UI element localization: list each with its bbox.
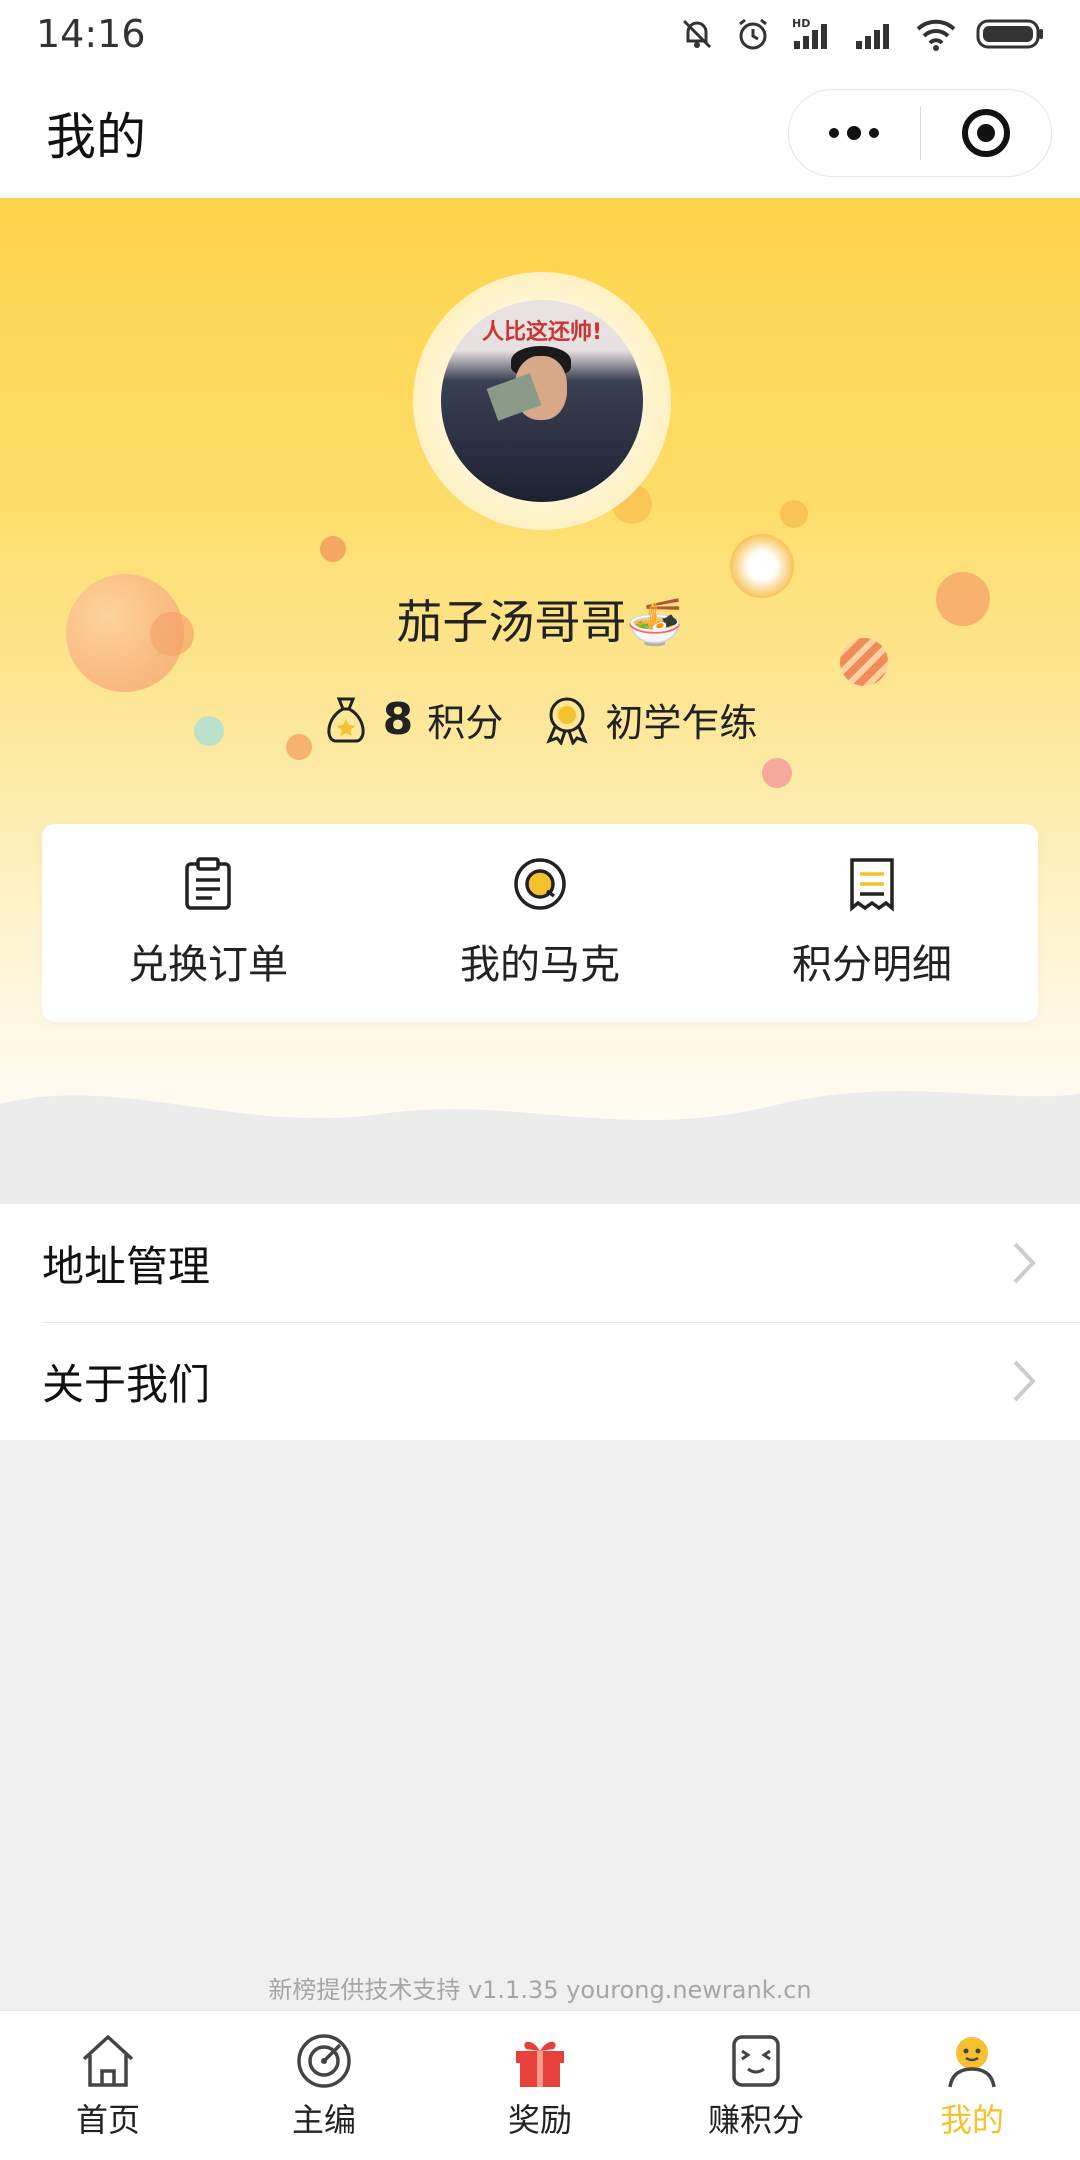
page-title: 我的: [46, 108, 146, 166]
tab-label: 奖励: [507, 2100, 572, 2139]
svg-text:HD: HD: [792, 17, 810, 30]
tab-label: 主编: [291, 2100, 356, 2139]
clipboard-icon: [185, 857, 231, 910]
decor-bubble: [762, 758, 792, 788]
smile-box-icon: [732, 2034, 780, 2087]
quick-action-points-detail[interactable]: 积分明细: [706, 824, 1038, 1022]
quick-action-label: 我的马克: [460, 942, 620, 988]
chevron-right-icon: [1013, 1242, 1036, 1284]
level-label: 初学乍练: [605, 701, 758, 745]
menu-item-about[interactable]: 关于我们: [0, 1322, 1080, 1440]
tab-editor[interactable]: 主编: [216, 2011, 432, 2160]
avatar-caption: 人比这还帅!: [481, 320, 603, 345]
profile-stats: 8 积分 初学乍练: [0, 692, 1080, 747]
quick-action-my-marks[interactable]: 我的马克: [374, 824, 706, 1022]
more-button[interactable]: [789, 90, 920, 176]
tab-label: 首页: [75, 2100, 140, 2139]
target-close-icon: [961, 109, 1010, 157]
battery-icon: [976, 19, 1043, 49]
chevron-right-icon: [1013, 1360, 1036, 1402]
footer-support-text: 新榜提供技术支持 v1.1.35 yourong.newrank.cn: [268, 1976, 812, 2004]
points-value: 8: [382, 694, 414, 745]
hill-decoration: [0, 1091, 1080, 1204]
bottom-tab-bar: 首页 主编 奖励 赚积分 我的: [0, 2010, 1080, 2160]
level-stat[interactable]: 初学乍练: [543, 692, 757, 747]
points-label: 积分: [427, 701, 504, 745]
miniprogram-capsule: [788, 89, 1052, 177]
menu-item-label: 关于我们: [42, 1359, 211, 1409]
quick-action-exchange-orders[interactable]: 兑换订单: [42, 824, 374, 1022]
status-icons: HD: [678, 15, 1044, 53]
mark-coin-icon: [514, 858, 566, 910]
title-bar: 我的: [0, 68, 1080, 198]
alarm-icon: [739, 18, 767, 50]
menu-item-label: 地址管理: [42, 1241, 211, 1291]
decor-bubble: [320, 536, 346, 562]
hd-signal-icon: HD: [792, 17, 827, 49]
tab-label: 我的: [939, 2100, 1004, 2139]
home-icon: [82, 2034, 134, 2087]
wifi-icon: [916, 19, 956, 51]
tab-label: 赚积分: [707, 2100, 804, 2139]
tab-earn-points[interactable]: 赚积分: [648, 2011, 864, 2160]
settings-menu: 地址管理 关于我们: [0, 1204, 1080, 1440]
quick-action-label: 兑换订单: [128, 942, 288, 988]
quick-action-label: 积分明细: [792, 942, 952, 988]
signal-icon: [856, 24, 889, 49]
status-bar: 14:16 HD: [0, 0, 1080, 68]
avatar[interactable]: 人比这还帅!: [441, 300, 643, 502]
profile-hero: 人比这还帅! 茄子汤哥哥🍜 8 积分 初学乍练 兑换订单 我的马克 积分明细: [0, 198, 1080, 1204]
menu-item-address[interactable]: 地址管理: [0, 1204, 1080, 1322]
gift-icon: [516, 2041, 564, 2087]
username: 茄子汤哥哥🍜: [396, 595, 684, 649]
more-dots-icon: [829, 126, 880, 140]
medal-icon: [546, 697, 589, 745]
tab-rewards[interactable]: 奖励: [432, 2011, 648, 2160]
quick-actions-card: 兑换订单 我的马克 积分明细: [42, 824, 1038, 1022]
user-icon: [948, 2036, 996, 2087]
avatar-ring: 人比这还帅!: [413, 272, 671, 530]
points-stat[interactable]: 8 积分: [323, 692, 504, 747]
tab-home[interactable]: 首页: [0, 2011, 216, 2160]
radar-icon: [297, 2033, 351, 2088]
decor-bubble: [780, 500, 808, 528]
mute-bell-icon: [682, 19, 712, 49]
tab-mine[interactable]: 我的: [864, 2011, 1080, 2160]
receipt-icon: [850, 858, 894, 912]
close-miniprogram-button[interactable]: [921, 90, 1052, 176]
money-bag-icon: [327, 697, 365, 742]
status-time: 14:16: [36, 12, 146, 56]
